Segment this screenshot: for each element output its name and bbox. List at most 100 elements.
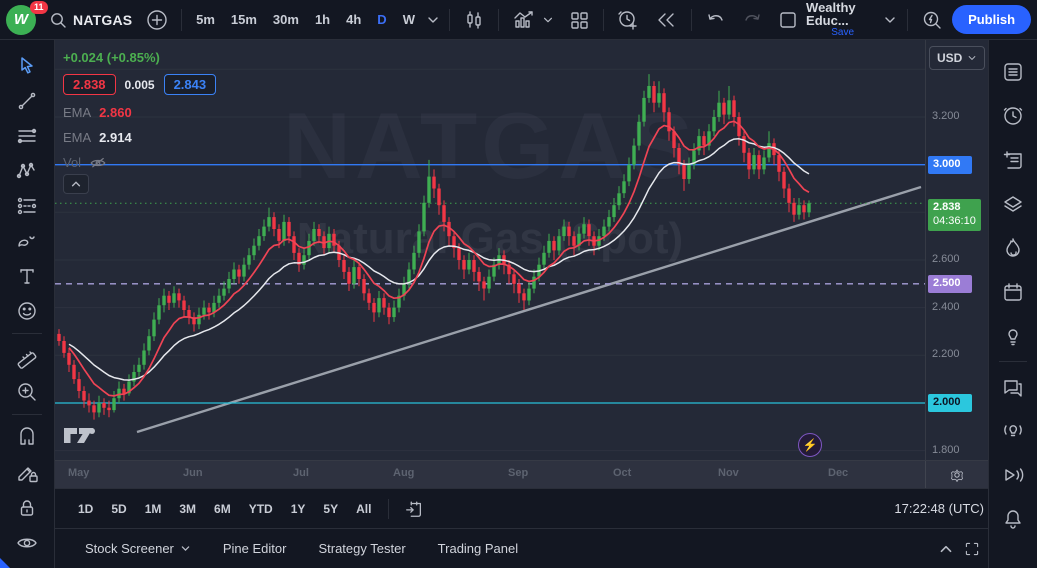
compare-add-symbol-button[interactable] (139, 6, 175, 34)
axis-settings-corner[interactable] (925, 461, 988, 488)
collapse-legend-button[interactable] (63, 174, 89, 194)
symbol-search-button[interactable]: NATGAS (42, 6, 139, 34)
range-5d[interactable]: 5D (102, 497, 135, 521)
panel-tab-trading-panel[interactable]: Trading Panel (424, 535, 532, 562)
range-1y[interactable]: 1Y (282, 497, 315, 521)
chart-pane[interactable]: NATGAS Natural Gas (Spot) +0.024 (+0.85%… (55, 40, 988, 460)
ask-price-box[interactable]: 2.843 (164, 74, 217, 95)
time-axis[interactable]: MayJunJulAugSepOctNovDec (55, 460, 988, 488)
text-tool-button[interactable] (8, 258, 46, 293)
month-label-nov: Nov (718, 467, 739, 479)
brush-tool-button[interactable] (8, 223, 46, 258)
create-alert-button[interactable] (609, 6, 647, 34)
price-axis[interactable]: USD 3.2002.6002.4002.2001.8003.0002.8380… (925, 40, 988, 460)
toolbar-divider (449, 9, 450, 31)
layout-grid-button[interactable] (561, 6, 597, 34)
pattern-tool-button[interactable] (8, 153, 46, 188)
range-6m[interactable]: 6M (205, 497, 240, 521)
expand-panel-chevron-icon[interactable] (938, 541, 954, 557)
magnet-mode-button[interactable] (8, 420, 46, 455)
eye-off-icon[interactable] (89, 156, 107, 170)
calendar-button[interactable] (995, 270, 1031, 314)
timeframe-4h[interactable]: 4h (338, 7, 369, 33)
price-badge-2.838[interactable]: 2.83804:36:10 (928, 199, 981, 231)
measure-tool-button[interactable] (8, 339, 46, 374)
bar-replay-button[interactable] (647, 6, 685, 34)
price-badge-2.500[interactable]: 2.500 (928, 275, 972, 293)
smiley-icon (16, 300, 38, 322)
ema-legend-row-2[interactable]: EMA 2.914 (63, 130, 216, 145)
tradingview-logo[interactable] (62, 423, 98, 447)
chevron-up-icon (70, 178, 82, 190)
timeframe-30m[interactable]: 30m (265, 7, 307, 33)
layout-select-button[interactable] (770, 6, 806, 34)
lock-drawings-button[interactable] (8, 490, 46, 525)
panel-tab-pine-editor[interactable]: Pine Editor (209, 535, 301, 562)
redo-button[interactable] (734, 6, 770, 34)
timeframe-1h[interactable]: 1h (307, 7, 338, 33)
stay-in-drawing-mode-button[interactable] (8, 455, 46, 490)
quick-search-button[interactable] (914, 6, 950, 34)
go-to-date-button[interactable] (397, 495, 431, 523)
session-clock[interactable]: 17:22:48 (UTC) (894, 489, 984, 528)
panel-tab-strategy-tester[interactable]: Strategy Tester (304, 535, 419, 562)
streams-button[interactable] (995, 409, 1031, 453)
public-chats-button[interactable] (995, 365, 1031, 409)
emoji-tool-button[interactable] (8, 293, 46, 328)
account-logo[interactable]: W 11 (0, 5, 42, 35)
zoom-in-tool-button[interactable] (8, 374, 46, 409)
range-1m[interactable]: 1M (136, 497, 171, 521)
candlestick-icon (463, 9, 485, 31)
range-all[interactable]: All (347, 497, 380, 521)
timeframe-5m[interactable]: 5m (188, 7, 223, 33)
timeframe-menu-button[interactable] (423, 6, 443, 34)
time-axis-labels[interactable]: MayJunJulAugSepOctNovDec (55, 461, 925, 488)
undo-button[interactable] (698, 6, 734, 34)
price-badge-2.000[interactable]: 2.000 (928, 394, 972, 412)
chart-style-button[interactable] (456, 6, 492, 34)
notifications-button[interactable] (995, 497, 1031, 541)
video-ideas-button[interactable] (995, 453, 1031, 497)
panel-tab-stock-screener[interactable]: Stock Screener (71, 535, 205, 562)
trendline-drawing[interactable] (137, 187, 921, 432)
price-badge-3.000[interactable]: 3.000 (928, 156, 972, 174)
timeframe-15m[interactable]: 15m (223, 7, 265, 33)
alert-clock-icon (616, 8, 640, 32)
publish-button[interactable]: Publish (952, 5, 1031, 34)
prediction-tool-button[interactable] (8, 188, 46, 223)
range-ytd[interactable]: YTD (240, 497, 282, 521)
ideas-button[interactable] (995, 314, 1031, 358)
range-1d[interactable]: 1D (69, 497, 102, 521)
hotlists-button[interactable] (995, 226, 1031, 270)
replay-rewind-icon (654, 10, 678, 30)
timeframe-w[interactable]: W (395, 7, 423, 33)
range-5y[interactable]: 5Y (314, 497, 347, 521)
trend-line-tool-button[interactable] (8, 83, 46, 118)
fib-retracement-tool-button[interactable] (8, 118, 46, 153)
volume-legend-row[interactable]: Vol (63, 155, 216, 170)
toolbar-divider (498, 9, 499, 31)
flash-boost-button[interactable]: ⚡ (798, 433, 822, 457)
range-3m[interactable]: 3M (170, 497, 205, 521)
toolbar-divider (12, 414, 42, 415)
flame-icon (1001, 236, 1025, 260)
object-tree-button[interactable] (995, 182, 1031, 226)
save-label[interactable]: Save (831, 28, 854, 39)
layout-menu-chevron[interactable] (879, 6, 901, 34)
cursor-tool-button[interactable] (8, 48, 46, 83)
watchlist-button[interactable] (995, 50, 1031, 94)
hide-drawings-button[interactable] (8, 525, 46, 560)
maximize-icon[interactable] (964, 541, 980, 557)
range-buttons: 1D5D1M3M6MYTD1Y5YAll (69, 497, 380, 521)
alerts-button[interactable] (995, 94, 1031, 138)
layout-name-menu[interactable]: Wealthy Educ... Save (806, 1, 879, 39)
bell-icon (1001, 507, 1025, 531)
timeframe-d[interactable]: D (369, 7, 394, 33)
ema-legend-row-1[interactable]: EMA 2.860 (63, 105, 216, 120)
notes-button[interactable] (995, 138, 1031, 182)
indicators-button[interactable] (505, 6, 561, 34)
currency-selector[interactable]: USD (929, 46, 985, 70)
bid-price-box[interactable]: 2.838 (63, 74, 116, 95)
layers-icon (1001, 192, 1025, 216)
chat-icon (1001, 375, 1025, 399)
